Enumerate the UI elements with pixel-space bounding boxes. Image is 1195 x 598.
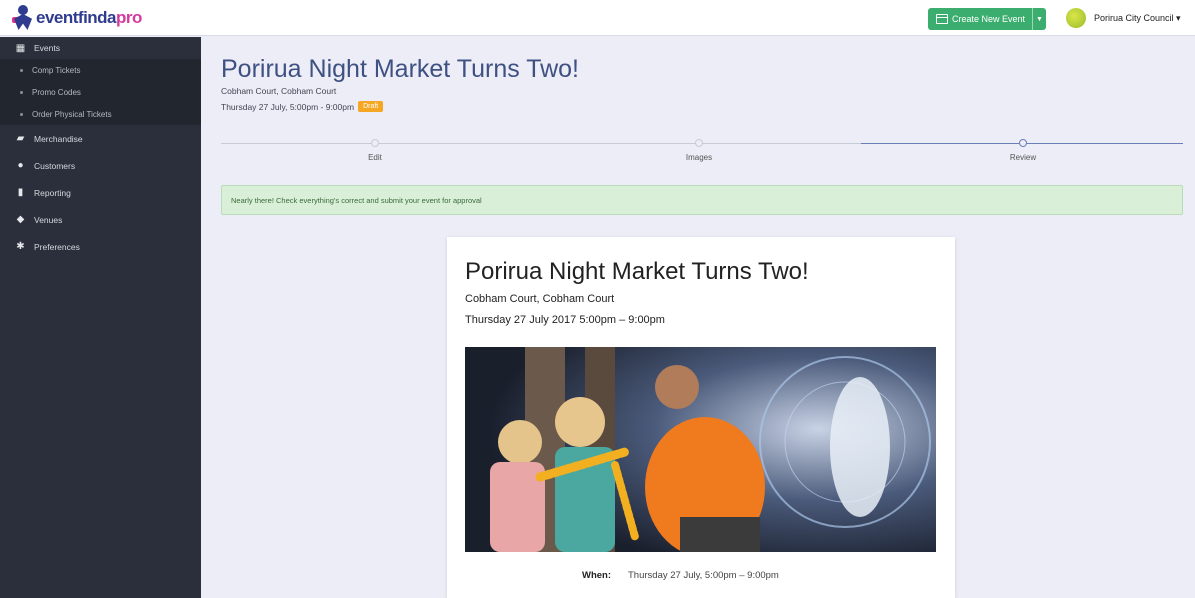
event-datetime: Thursday 27 July, 5:00pm - 9:00pm Draft: [221, 101, 384, 112]
status-badge: Draft: [358, 101, 384, 112]
preview-location: Cobham Court, Cobham Court: [465, 293, 615, 305]
sidebar-item-label: Comp Tickets: [32, 65, 81, 75]
sidebar-item-label: Reporting: [34, 187, 71, 198]
logo-text-part2: pro: [116, 8, 142, 27]
bullet-icon: [20, 68, 23, 72]
bullet-icon: [20, 90, 23, 94]
sidebar-item-events[interactable]: ▦ Events: [0, 37, 201, 59]
users-icon: ●: [17, 160, 24, 171]
step-label: Images: [685, 153, 713, 162]
event-photo-illustration: [465, 347, 936, 552]
sidebar-item-venues[interactable]: ◆ Venues: [0, 206, 201, 233]
preview-title: Porirua Night Market Turns Two!: [465, 258, 809, 285]
sidebar: ▦ Events Comp Tickets Promo Codes Order …: [0, 37, 201, 598]
event-preview-card: Porirua Night Market Turns Two! Cobham C…: [447, 237, 955, 598]
sidebar-item-label: Merchandise: [34, 133, 83, 144]
sidebar-item-customers[interactable]: ● Customers: [0, 152, 201, 179]
bullet-icon: [20, 112, 23, 116]
sidebar-item-label: Venues: [34, 214, 63, 225]
event-location: Cobham Court, Cobham Court: [221, 86, 337, 96]
create-new-event-label: Create New Event: [952, 14, 1026, 24]
step-marker: [695, 139, 703, 147]
account-name: Porirua City Council ▾: [1094, 12, 1181, 23]
step-label: Edit: [368, 153, 382, 162]
preview-datetime: Thursday 27 July 2017 5:00pm – 9:00pm: [465, 314, 665, 326]
step-review[interactable]: Review: [923, 136, 1123, 162]
sidebar-item-label: Preferences: [34, 241, 80, 252]
sidebar-item-label: Order Physical Tickets: [32, 109, 112, 119]
gear-icon: ✱: [16, 241, 25, 252]
event-datetime-text: Thursday 27 July, 5:00pm - 9:00pm: [221, 101, 355, 112]
bag-icon: ▰: [16, 133, 25, 144]
map-marker-icon: ◆: [16, 214, 25, 225]
sidebar-item-label: Customers: [34, 160, 76, 171]
avatar: [1066, 8, 1086, 28]
when-value: Thursday 27 July, 5:00pm – 9:00pm: [628, 570, 779, 581]
top-bar: eventfindapro Create New Event ▼ Porirua…: [0, 0, 1195, 36]
sidebar-item-order-physical-tickets[interactable]: Order Physical Tickets: [0, 103, 201, 125]
step-marker: [371, 139, 379, 147]
step-marker: [1019, 139, 1027, 147]
sidebar-item-preferences[interactable]: ✱ Preferences: [0, 233, 201, 260]
calendar-icon: ▦: [15, 42, 26, 54]
when-label: When:: [582, 570, 612, 581]
step-edit[interactable]: Edit: [275, 136, 475, 162]
event-image: [465, 347, 936, 552]
progress-steps: Edit Images Review: [221, 136, 1183, 166]
sidebar-item-merchandise[interactable]: ▰ Merchandise: [0, 125, 201, 152]
logo-mark-icon: [12, 5, 34, 31]
chevron-down-icon[interactable]: ▼: [1032, 8, 1046, 30]
sidebar-item-promo-codes[interactable]: Promo Codes: [0, 81, 201, 103]
sidebar-item-label: Promo Codes: [32, 87, 81, 97]
sidebar-item-reporting[interactable]: ▮ Reporting: [0, 179, 201, 206]
logo-text-part1: eventfinda: [36, 8, 117, 27]
account-menu[interactable]: Porirua City Council ▾: [1066, 6, 1181, 30]
page-title: Porirua Night Market Turns Two!: [221, 55, 580, 83]
sidebar-item-label: Events: [34, 43, 60, 53]
step-images[interactable]: Images: [599, 136, 799, 162]
create-new-event-button[interactable]: Create New Event ▼: [928, 8, 1046, 30]
step-label: Review: [1009, 153, 1037, 162]
bar-chart-icon: ▮: [17, 187, 24, 198]
success-notice: Nearly there! Check everything's correct…: [221, 185, 1183, 215]
calendar-icon: [936, 14, 948, 24]
when-row: When: Thursday 27 July, 5:00pm – 9:00pm: [582, 570, 779, 581]
eventfinda-logo[interactable]: eventfindapro: [12, 4, 142, 32]
sidebar-item-comp-tickets[interactable]: Comp Tickets: [0, 59, 201, 81]
